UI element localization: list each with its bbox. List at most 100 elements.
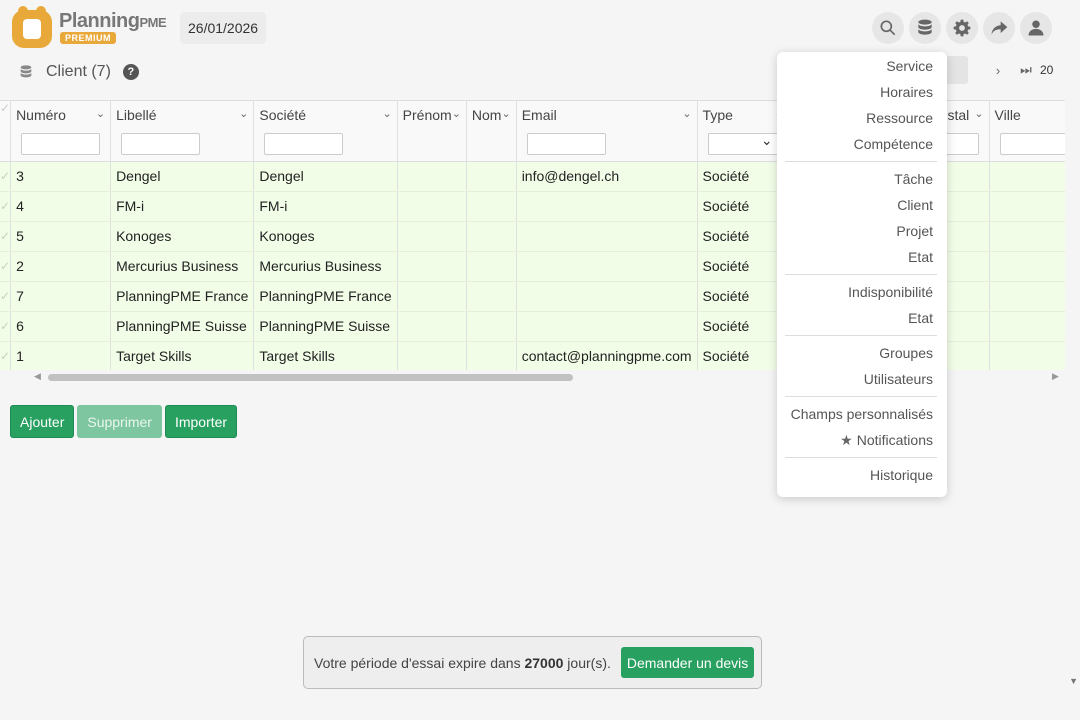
row-checkbox[interactable]: ✓ <box>0 221 12 252</box>
table-cell[interactable] <box>989 311 1065 342</box>
table-cell[interactable]: Konoges <box>110 221 255 252</box>
table-cell[interactable]: 3 <box>10 161 112 192</box>
row-checkbox[interactable]: ✓ <box>0 251 12 282</box>
table-cell[interactable]: contact@planningpme.com <box>516 341 698 370</box>
column-header[interactable]: Libellé ⌄ <box>110 101 255 162</box>
table-cell[interactable] <box>397 311 467 342</box>
pager-last-icon[interactable]: ⏭ <box>1012 56 1040 84</box>
column-filter-select[interactable] <box>707 132 779 155</box>
table-cell[interactable] <box>516 221 698 252</box>
menu-item-custom-fields[interactable]: Champs personnalisés <box>777 401 947 427</box>
menu-item-ressource[interactable]: Ressource <box>777 105 947 131</box>
user-button[interactable] <box>1020 12 1052 44</box>
table-cell[interactable] <box>466 311 517 342</box>
table-cell[interactable]: 1 <box>10 341 112 370</box>
table-cell[interactable] <box>989 251 1065 282</box>
scrollbar-thumb[interactable] <box>48 374 573 381</box>
scroll-right-icon[interactable]: ▶ <box>1052 371 1059 382</box>
table-cell[interactable] <box>989 161 1065 192</box>
column-header[interactable]: Type ⌄ <box>697 101 790 162</box>
column-filter-input[interactable] <box>121 133 201 155</box>
chevron-down-icon[interactable]: ⌄ <box>452 107 461 123</box>
table-cell[interactable]: Société <box>697 161 790 192</box>
chevron-down-icon[interactable]: ⌄ <box>382 107 391 123</box>
menu-item-projet[interactable]: Projet <box>777 218 947 244</box>
chevron-down-icon[interactable]: ⌄ <box>501 107 510 123</box>
import-button[interactable]: Importer <box>164 405 238 438</box>
database-button[interactable] <box>909 12 941 44</box>
table-cell[interactable] <box>397 161 467 192</box>
table-cell[interactable]: Konoges <box>253 221 398 252</box>
table-cell[interactable] <box>989 221 1065 252</box>
pager-next-icon[interactable]: › <box>984 56 1012 84</box>
scroll-left-icon[interactable]: ◀ <box>34 371 41 382</box>
table-cell[interactable] <box>466 161 517 192</box>
table-cell[interactable] <box>466 221 517 252</box>
column-header[interactable]: Ville⌄ <box>989 101 1065 162</box>
request-quote-button[interactable]: Demander un devis <box>620 647 755 678</box>
menu-item-notifications[interactable]: ★ Notifications <box>777 427 947 453</box>
chevron-down-icon[interactable]: ⌄ <box>974 107 983 123</box>
table-cell[interactable]: Société <box>697 281 790 312</box>
column-header[interactable]: Société ⌄ <box>253 101 398 162</box>
menu-item-service[interactable]: Service <box>777 53 947 79</box>
table-cell[interactable] <box>466 281 517 312</box>
table-cell[interactable]: 4 <box>10 191 112 222</box>
column-header[interactable]: Email ⌄ <box>516 101 698 162</box>
table-cell[interactable]: info@dengel.ch <box>516 161 698 192</box>
table-cell[interactable] <box>516 251 698 282</box>
table-cell[interactable]: 7 <box>10 281 112 312</box>
column-filter-input[interactable] <box>21 133 101 155</box>
table-cell[interactable] <box>397 191 467 222</box>
select-all-checkbox[interactable]: ✓ <box>0 101 12 162</box>
table-cell[interactable]: Société <box>697 251 790 282</box>
table-cell[interactable]: PlanningPME Suisse <box>110 311 255 342</box>
menu-item-etat-unavailability[interactable]: Etat <box>777 305 947 331</box>
table-cell[interactable] <box>516 191 698 222</box>
table-cell[interactable] <box>397 341 467 370</box>
table-cell[interactable] <box>466 191 517 222</box>
row-checkbox[interactable]: ✓ <box>0 341 12 370</box>
row-checkbox[interactable]: ✓ <box>0 191 12 222</box>
table-cell[interactable]: Target Skills <box>253 341 398 370</box>
table-cell[interactable] <box>989 341 1065 370</box>
table-cell[interactable] <box>466 341 517 370</box>
table-cell[interactable]: Dengel <box>253 161 398 192</box>
column-header[interactable]: Prénom ⌄ <box>397 101 467 162</box>
table-cell[interactable] <box>516 281 698 312</box>
table-cell[interactable]: FM-i <box>253 191 398 222</box>
column-filter-input[interactable] <box>999 133 1065 155</box>
table-cell[interactable]: PlanningPME France <box>253 281 398 312</box>
menu-item-groupes[interactable]: Groupes <box>777 340 947 366</box>
menu-item-client[interactable]: Client <box>777 192 947 218</box>
menu-item-horaires[interactable]: Horaires <box>777 79 947 105</box>
menu-item-utilisateurs[interactable]: Utilisateurs <box>777 366 947 392</box>
add-button[interactable]: Ajouter <box>10 405 75 438</box>
scroll-down-icon[interactable]: ▼ <box>1069 676 1078 686</box>
date-picker[interactable]: 26/01/2026 <box>180 12 267 44</box>
table-cell[interactable] <box>397 251 467 282</box>
column-header[interactable]: Nom ⌄ <box>466 101 517 162</box>
app-logo[interactable]: PlanningPME PREMIUM <box>12 6 172 50</box>
menu-item-competence[interactable]: Compétence <box>777 131 947 157</box>
table-cell[interactable]: Mercurius Business <box>253 251 398 282</box>
delete-button[interactable]: Supprimer <box>77 405 162 438</box>
table-cell[interactable]: 6 <box>10 311 112 342</box>
table-cell[interactable]: Société <box>697 191 790 222</box>
table-cell[interactable]: PlanningPME Suisse <box>253 311 398 342</box>
table-cell[interactable] <box>397 221 467 252</box>
table-cell[interactable]: FM-i <box>110 191 255 222</box>
chevron-down-icon[interactable]: ⌄ <box>96 107 105 123</box>
row-checkbox[interactable]: ✓ <box>0 311 12 342</box>
chevron-down-icon[interactable]: ⌄ <box>682 107 691 123</box>
menu-item-historique[interactable]: Historique <box>777 462 947 488</box>
table-cell[interactable] <box>989 191 1065 222</box>
table-cell[interactable] <box>989 281 1065 312</box>
row-checkbox[interactable]: ✓ <box>0 161 12 192</box>
table-cell[interactable]: Société <box>697 341 790 370</box>
table-cell[interactable] <box>516 311 698 342</box>
table-cell[interactable]: Mercurius Business <box>110 251 255 282</box>
column-header[interactable]: Numéro ⌄ <box>10 101 112 162</box>
menu-item-etat-task[interactable]: Etat <box>777 244 947 270</box>
column-filter-input[interactable] <box>526 133 606 155</box>
